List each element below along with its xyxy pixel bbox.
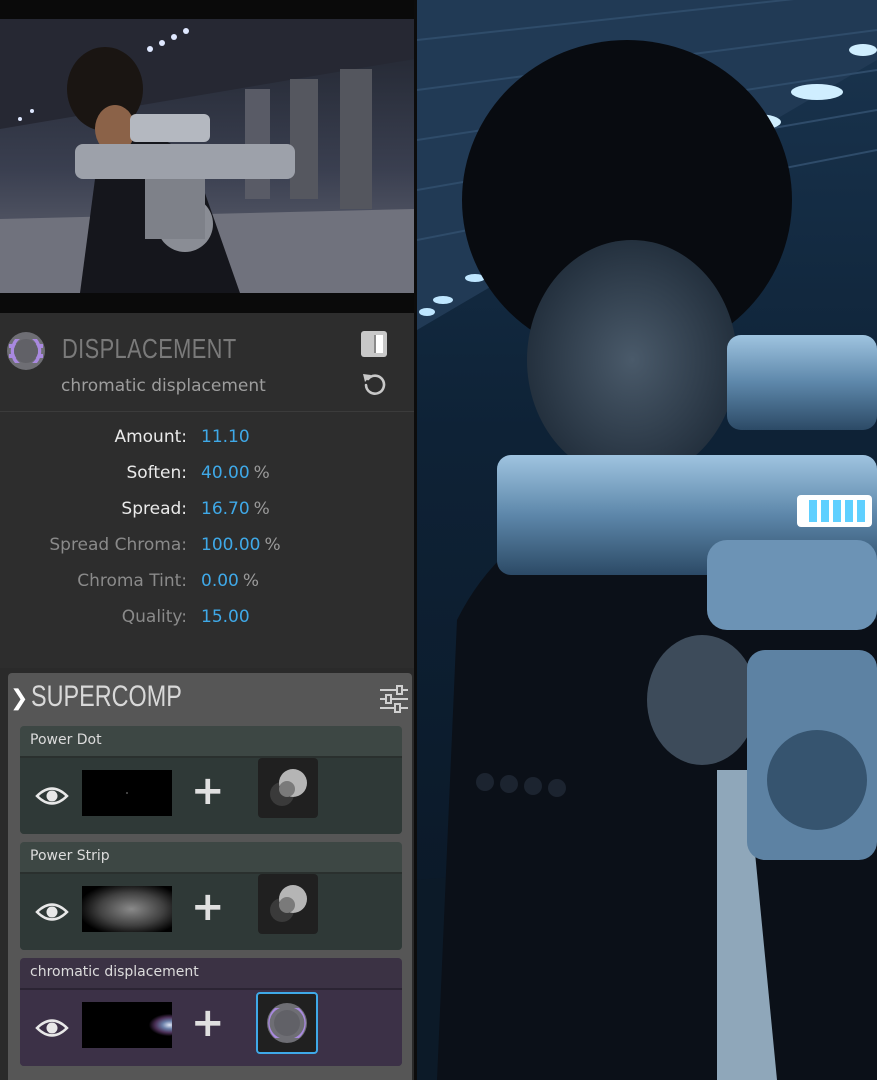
param-label: Chroma Tint: — [77, 571, 187, 591]
layer-thumbnail[interactable] — [82, 770, 172, 816]
layer-thumbnail[interactable] — [82, 1002, 180, 1048]
param-value-spread[interactable]: 16.70% — [201, 499, 270, 519]
effect-title: DISPLACEMENT — [62, 333, 237, 364]
param-soften: Soften: 40.00% — [0, 463, 414, 493]
param-label: Amount: — [114, 427, 187, 447]
source-preview — [0, 0, 414, 313]
layer-name: Power Strip — [30, 848, 110, 864]
blend-circles-icon — [270, 885, 307, 922]
left-panel: DISPLACEMENT chromatic displacement Amou… — [0, 0, 414, 1080]
param-spread: Spread: 16.70% — [0, 499, 414, 529]
main-viewer-image — [417, 0, 877, 1080]
param-value-quality[interactable]: 15.00 — [201, 607, 254, 627]
sliders-settings-icon[interactable] — [378, 684, 410, 714]
param-amount: Amount: 11.10 — [0, 427, 414, 457]
layer-thumbnail[interactable] — [82, 886, 172, 932]
blend-mode-button[interactable] — [256, 992, 318, 1054]
effect-panel: DISPLACEMENT chromatic displacement Amou… — [0, 313, 414, 668]
eye-visibility-icon[interactable] — [35, 1017, 69, 1039]
chevron-right-icon[interactable]: ❯ — [10, 686, 28, 711]
param-chroma-tint: Chroma Tint: 0.00% — [0, 571, 414, 601]
plus-icon: + — [191, 884, 225, 930]
layer-chromatic-displacement[interactable]: chromatic displacement + — [20, 958, 402, 1066]
param-value-chroma-tint[interactable]: 0.00% — [201, 571, 259, 591]
supercomp-panel: ❯ SUPERCOMP Power Dot + Power Strip + ch… — [0, 668, 414, 1080]
layer-power-dot[interactable]: Power Dot + — [20, 726, 402, 834]
blend-mode-button[interactable] — [258, 758, 318, 818]
eye-visibility-icon[interactable] — [35, 901, 69, 923]
param-value-spread-chroma[interactable]: 100.00% — [201, 535, 281, 555]
param-quality: Quality: 15.00 — [0, 607, 414, 637]
supercomp-title[interactable]: SUPERCOMP — [31, 680, 182, 714]
compare-toggle-icon[interactable] — [361, 331, 387, 357]
layer-name: chromatic displacement — [30, 964, 199, 980]
param-label: Quality: — [121, 607, 187, 627]
chromatic-displacement-icon — [7, 332, 45, 370]
param-label: Spread: — [121, 499, 187, 519]
header-divider — [0, 411, 414, 412]
eye-visibility-icon[interactable] — [35, 785, 69, 807]
param-label: Soften: — [126, 463, 187, 483]
param-value-amount[interactable]: 11.10 — [201, 427, 254, 447]
plus-icon: + — [191, 768, 225, 814]
plus-icon: + — [191, 1000, 225, 1046]
source-thumbnail-image — [0, 19, 414, 293]
layer-name: Power Dot — [30, 732, 102, 748]
layer-power-strip[interactable]: Power Strip + — [20, 842, 402, 950]
param-spread-chroma: Spread Chroma: 100.00% — [0, 535, 414, 565]
reset-icon[interactable] — [361, 370, 389, 398]
blend-mode-button[interactable] — [258, 874, 318, 934]
blend-circles-icon — [270, 769, 307, 806]
chromatic-displacement-icon — [267, 1003, 307, 1043]
effect-subtitle: chromatic displacement — [61, 376, 266, 396]
param-value-soften[interactable]: 40.00% — [201, 463, 270, 483]
param-label: Spread Chroma: — [49, 535, 187, 555]
